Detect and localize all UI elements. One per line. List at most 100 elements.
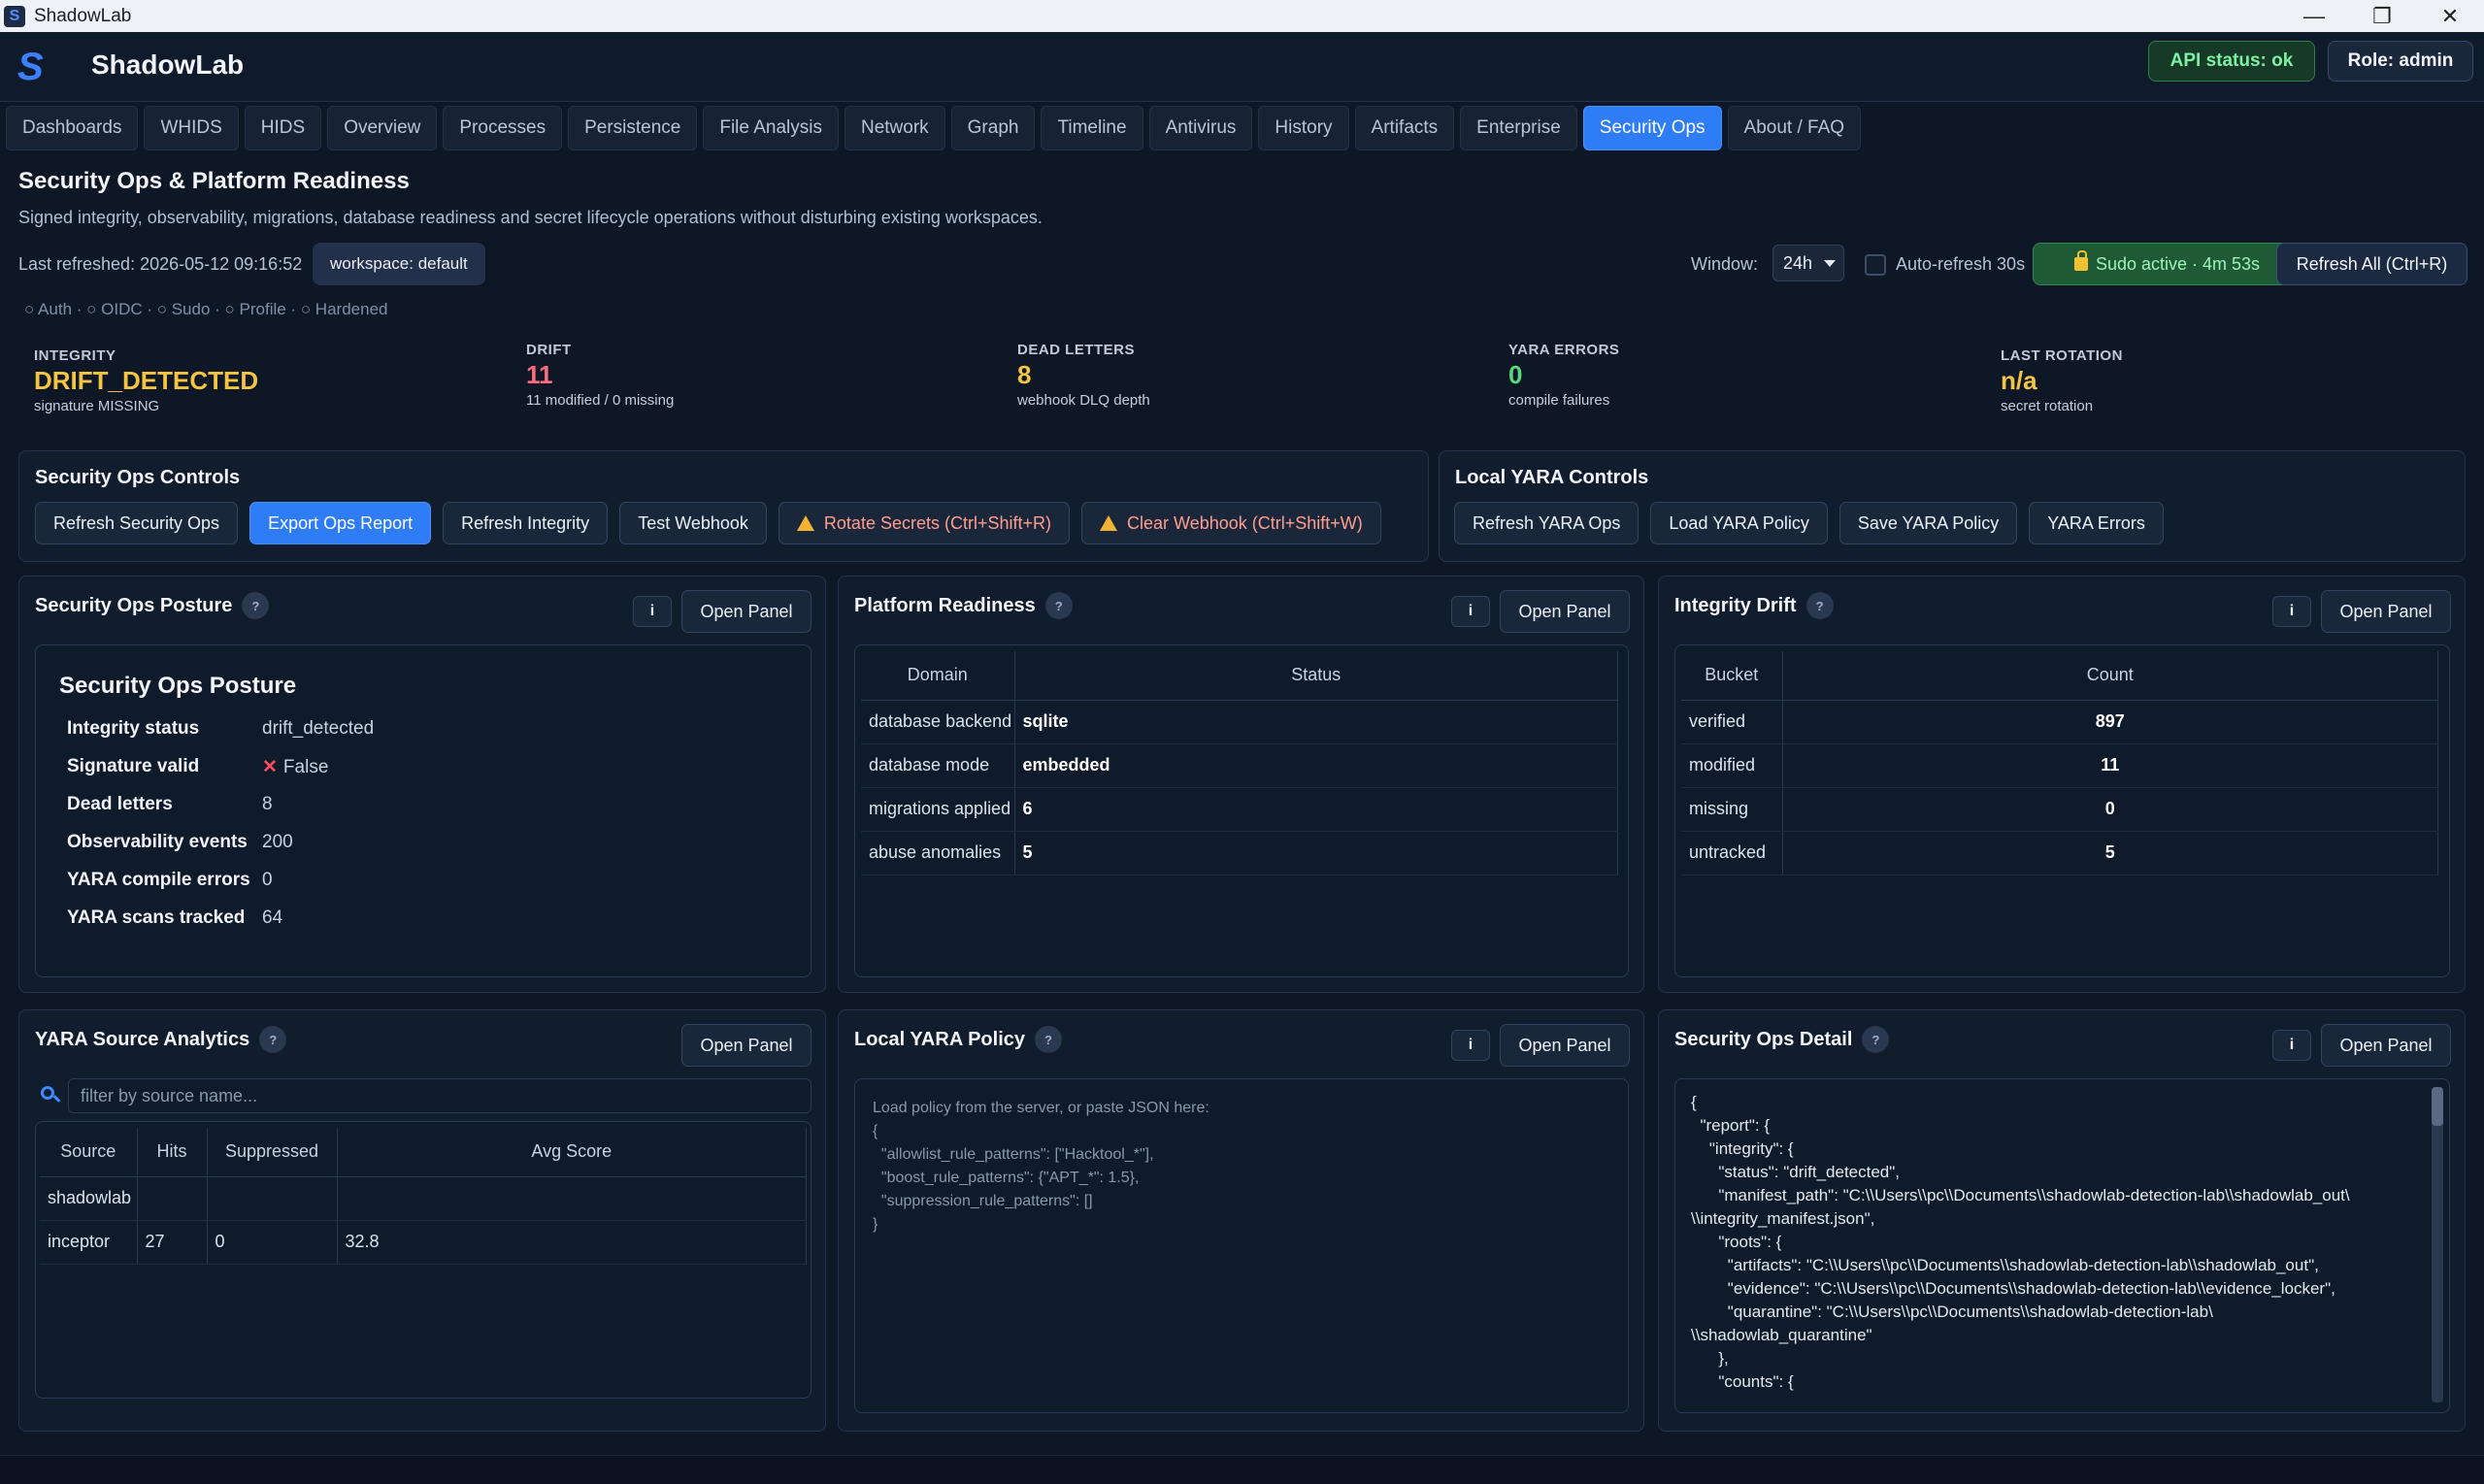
info-button[interactable]: i <box>1451 596 1490 627</box>
app-icon: S <box>4 5 25 27</box>
table-row: untracked 5 <box>1681 831 2438 875</box>
refresh-security-ops-button[interactable]: Refresh Security Ops <box>35 502 239 544</box>
save-yara-policy-button[interactable]: Save YARA Policy <box>1838 502 2018 544</box>
restore-icon[interactable]: ❐ <box>2348 0 2416 32</box>
tab-processes[interactable]: Processes <box>443 106 563 150</box>
posture-value-wrap: ✕ False <box>262 756 328 778</box>
detail-json-view[interactable]: { "report": { "integrity": { "status": "… <box>1674 1078 2450 1413</box>
table-header-row: Domain Status <box>861 651 1618 701</box>
info-button[interactable]: i <box>1451 1030 1490 1061</box>
help-icon[interactable]: ? <box>242 592 270 619</box>
help-icon[interactable]: ? <box>1805 592 1834 619</box>
posture-value: False <box>282 757 329 777</box>
open-panel-button[interactable]: Open Panel <box>1500 1024 1630 1067</box>
clear-webhook-button[interactable]: Clear Webhook (Ctrl+Shift+W) <box>1081 502 1381 544</box>
tab-artifacts[interactable]: Artifacts <box>1354 106 1455 150</box>
tab-history[interactable]: History <box>1258 106 1349 150</box>
kpi-value: 8 <box>1017 360 1032 389</box>
kpi-value: DRIFT_DETECTED <box>34 366 259 395</box>
last-refreshed: Last refreshed: 2026-05-12 09:16:52 <box>18 254 303 274</box>
info-button[interactable]: i <box>2272 1030 2311 1061</box>
drift-table: Bucket Count verified 897 modified 11 mi… <box>1681 651 2438 875</box>
api-status-badge: API status: ok <box>2148 41 2315 82</box>
security-ops-buttons: Refresh Security Ops Export Ops Report R… <box>35 502 1381 544</box>
help-icon[interactable]: ? <box>1862 1026 1890 1053</box>
close-icon[interactable]: ✕ <box>2416 0 2484 32</box>
minimize-icon[interactable]: — <box>2280 0 2348 32</box>
source-filter-input[interactable]: filter by source name... <box>68 1078 811 1113</box>
window-title: ShadowLab <box>34 5 132 26</box>
auto-refresh-checkbox[interactable] <box>1865 254 1886 276</box>
test-webhook-button[interactable]: Test Webhook <box>619 502 767 544</box>
load-yara-policy-button[interactable]: Load YARA Policy <box>1650 502 1828 544</box>
tab-graph[interactable]: Graph <box>950 106 1036 150</box>
scrollbar-thumb[interactable] <box>2432 1087 2443 1126</box>
detail-scrollbar[interactable] <box>2432 1087 2443 1402</box>
help-icon[interactable]: ? <box>259 1026 287 1053</box>
posture-value: 200 <box>262 832 293 852</box>
table-cell: modified <box>1681 743 1783 788</box>
yara-policy-textarea[interactable]: Load policy from the server, or paste JS… <box>854 1078 1629 1413</box>
kpi-value: 0 <box>1508 360 1523 389</box>
open-panel-button[interactable]: Open Panel <box>681 1024 811 1067</box>
refresh-integrity-button[interactable]: Refresh Integrity <box>443 502 609 544</box>
refresh-all-button[interactable]: Refresh All (Ctrl+R) <box>2276 243 2467 285</box>
auto-refresh-label: Auto-refresh 30s <box>1896 254 2026 274</box>
posture-value: 8 <box>262 794 273 814</box>
refresh-yara-ops-button[interactable]: Refresh YARA Ops <box>1454 502 1639 544</box>
chevron-down-icon <box>1824 260 1836 267</box>
section-title: Local YARA Controls <box>1455 467 1649 488</box>
panel-title: YARA Source Analytics ? <box>35 1026 287 1053</box>
column-header[interactable]: Suppressed <box>207 1128 338 1177</box>
column-header[interactable]: Avg Score <box>337 1128 807 1177</box>
info-button[interactable]: i <box>633 596 672 627</box>
tab-security-ops[interactable]: Security Ops <box>1582 106 1722 150</box>
tab-dashboards[interactable]: Dashboards <box>6 106 139 150</box>
table-cell <box>137 1176 208 1221</box>
tab-whids[interactable]: WHIDS <box>144 106 239 150</box>
readiness-table: Domain Status database backend sqlite da… <box>861 651 1618 875</box>
rotate-secrets-button[interactable]: Rotate Secrets (Ctrl+Shift+R) <box>778 502 1071 544</box>
panel-title-text: YARA Source Analytics <box>35 1028 250 1050</box>
column-header: Bucket <box>1681 651 1783 701</box>
posture-value: drift_detected <box>262 718 375 739</box>
tab-file-analysis[interactable]: File Analysis <box>703 106 839 150</box>
posture-card-title: Security Ops Posture <box>59 673 297 699</box>
auth-indicators: ○ Auth · ○ OIDC · ○ Sudo · ○ Profile · ○… <box>24 300 388 318</box>
tab-overview[interactable]: Overview <box>327 106 438 150</box>
open-panel-button[interactable]: Open Panel <box>2321 1024 2451 1067</box>
kpi-label: INTEGRITY <box>34 347 116 364</box>
tab-timeline[interactable]: Timeline <box>1041 106 1143 150</box>
help-icon[interactable]: ? <box>1035 1026 1062 1053</box>
export-ops-report-button[interactable]: Export Ops Report <box>249 502 432 544</box>
open-panel-button[interactable]: Open Panel <box>1500 590 1630 633</box>
help-icon[interactable]: ? <box>1044 592 1073 619</box>
tab-hids[interactable]: HIDS <box>244 106 322 150</box>
tab-persistence[interactable]: Persistence <box>568 106 698 150</box>
open-panel-button[interactable]: Open Panel <box>2321 590 2451 633</box>
column-header[interactable]: Source <box>40 1128 138 1177</box>
open-panel-button[interactable]: Open Panel <box>681 590 811 633</box>
tab-about-faq[interactable]: About / FAQ <box>1727 106 1862 150</box>
window-select[interactable]: 24h <box>1772 245 1844 281</box>
table-cell: database backend <box>861 700 1015 744</box>
role-badge[interactable]: Role: admin <box>2328 41 2473 82</box>
tab-antivirus[interactable]: Antivirus <box>1148 106 1253 150</box>
workspace-chip[interactable]: workspace: default <box>313 243 485 285</box>
tab-enterprise[interactable]: Enterprise <box>1460 106 1577 150</box>
table-cell <box>207 1176 338 1221</box>
column-header: Count <box>1782 651 2438 701</box>
info-button[interactable]: i <box>2272 596 2311 627</box>
yara-errors-button[interactable]: YARA Errors <box>2029 502 2164 544</box>
table-cell: 27 <box>137 1220 208 1265</box>
sudo-status-button[interactable]: Sudo active · 4m 53s <box>2033 243 2302 285</box>
warning-icon <box>796 515 814 531</box>
lock-icon <box>2073 250 2088 271</box>
kpi-value: 11 <box>526 360 553 389</box>
tab-network[interactable]: Network <box>844 106 945 150</box>
sudo-label: Sudo active · 4m 53s <box>2095 253 2261 274</box>
table-header-row: Source Hits Suppressed Avg Score <box>40 1128 807 1177</box>
table-row: modified 11 <box>1681 743 2438 788</box>
panel-title-text: Security Ops Posture <box>35 594 233 616</box>
column-header[interactable]: Hits <box>137 1128 208 1177</box>
